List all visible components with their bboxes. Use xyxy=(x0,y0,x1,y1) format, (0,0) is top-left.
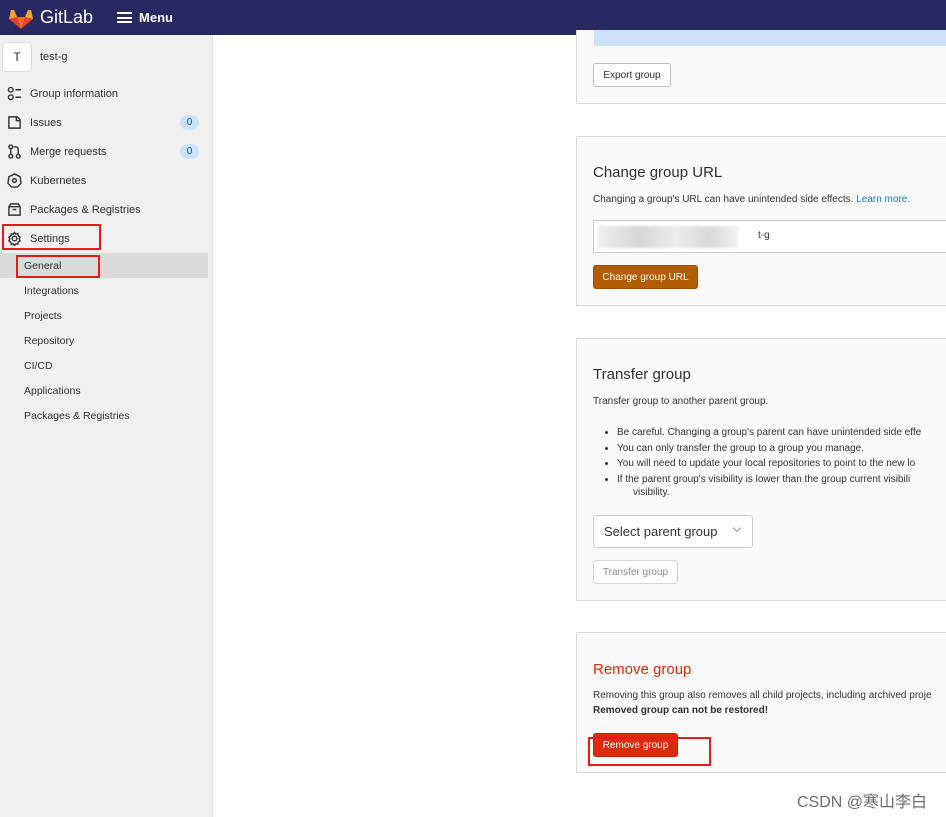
export-group-panel: Export group xyxy=(576,30,946,104)
settings-sub-ci-cd[interactable]: CI/CD xyxy=(0,353,212,378)
change-group-url-button[interactable]: Change group URL xyxy=(593,265,698,289)
merge-request-icon xyxy=(6,144,22,160)
settings-sub-integrations[interactable]: Integrations xyxy=(0,278,212,303)
issues-count-badge: 0 xyxy=(180,115,199,130)
brand-name: GitLab xyxy=(40,7,94,27)
menu-label: Menu xyxy=(139,10,173,25)
settings-sub-applications[interactable]: Applications xyxy=(0,378,212,403)
transfer-description: Transfer group to another parent group. xyxy=(593,396,769,407)
transfer-warnings-list: Be careful. Changing a group's parent ca… xyxy=(603,425,921,487)
remove-description: Removing this group also removes all chi… xyxy=(593,690,932,701)
url-path-input[interactable]: t-g xyxy=(758,230,770,241)
annotation-box-general xyxy=(16,255,100,278)
hamburger-icon xyxy=(117,12,133,23)
sidebar-item-label: Issues xyxy=(30,116,62,129)
remove-title: Remove group xyxy=(593,661,692,678)
chevron-down-icon xyxy=(732,523,742,533)
change-url-title: Change group URL xyxy=(593,164,723,181)
url-prefix-blurred xyxy=(598,226,738,248)
transfer-group-button[interactable]: Transfer group xyxy=(593,560,678,584)
export-group-button[interactable]: Export group xyxy=(593,63,671,87)
parent-group-select[interactable]: Select parent group xyxy=(593,515,753,548)
sidebar-item-group-information[interactable]: Group information xyxy=(0,79,212,108)
list-item: You can only transfer the group to a gro… xyxy=(617,441,921,457)
sidebar-item-kubernetes[interactable]: Kubernetes xyxy=(0,166,212,195)
merge-requests-count-badge: 0 xyxy=(180,144,199,159)
list-item: If the parent group's visibility is lowe… xyxy=(617,472,921,488)
group-url-field[interactable]: t-g xyxy=(593,220,946,253)
sidebar-item-label: Kubernetes xyxy=(30,174,87,187)
package-icon xyxy=(6,202,22,218)
change-url-panel: Change group URL Changing a group's URL … xyxy=(576,136,946,306)
settings-sub-packages-registries[interactable]: Packages & Registries xyxy=(0,403,212,428)
gitlab-logo-icon xyxy=(9,9,33,29)
learn-more-link[interactable]: Learn more. xyxy=(856,194,910,205)
transfer-title: Transfer group xyxy=(593,366,691,383)
info-alert-strip xyxy=(594,30,946,46)
annotation-box-settings xyxy=(2,224,101,250)
annotation-box-remove xyxy=(588,737,711,766)
change-url-description: Changing a group's URL can have unintend… xyxy=(593,194,911,205)
menu-button[interactable]: Menu xyxy=(117,10,173,25)
group-icon xyxy=(6,86,22,102)
watermark-text: CSDN @寒山李白 xyxy=(797,794,928,811)
sidebar-item-packages-registries[interactable]: Packages & Registries xyxy=(0,195,212,224)
sidebar-item-merge-requests[interactable]: Merge requests 0 xyxy=(0,137,212,166)
left-sidebar: T test-g Group information Issues 0 Merg… xyxy=(0,35,213,817)
sidebar-item-label: Group information xyxy=(30,87,119,100)
sidebar-item-label: Merge requests xyxy=(30,145,107,158)
list-item: Be careful. Changing a group's parent ca… xyxy=(617,425,921,441)
parent-group-select-placeholder: Select parent group xyxy=(604,524,718,539)
group-context-header[interactable]: T test-g xyxy=(0,35,212,79)
group-avatar: T xyxy=(2,42,32,72)
kubernetes-icon xyxy=(6,173,22,189)
transfer-group-panel: Transfer group Transfer group to another… xyxy=(576,338,946,601)
list-item: You will need to update your local repos… xyxy=(617,456,921,472)
sidebar-item-issues[interactable]: Issues 0 xyxy=(0,108,212,137)
list-item-continuation: visibility. xyxy=(633,487,670,498)
gitlab-home-link[interactable]: GitLab xyxy=(8,6,93,30)
settings-sub-projects[interactable]: Projects xyxy=(0,303,212,328)
group-name: test-g xyxy=(40,51,68,63)
issues-icon xyxy=(6,115,22,131)
remove-warning: Removed group can not be restored! xyxy=(593,705,769,716)
settings-sub-repository[interactable]: Repository xyxy=(0,328,212,353)
sidebar-item-label: Packages & Registries xyxy=(30,203,141,216)
